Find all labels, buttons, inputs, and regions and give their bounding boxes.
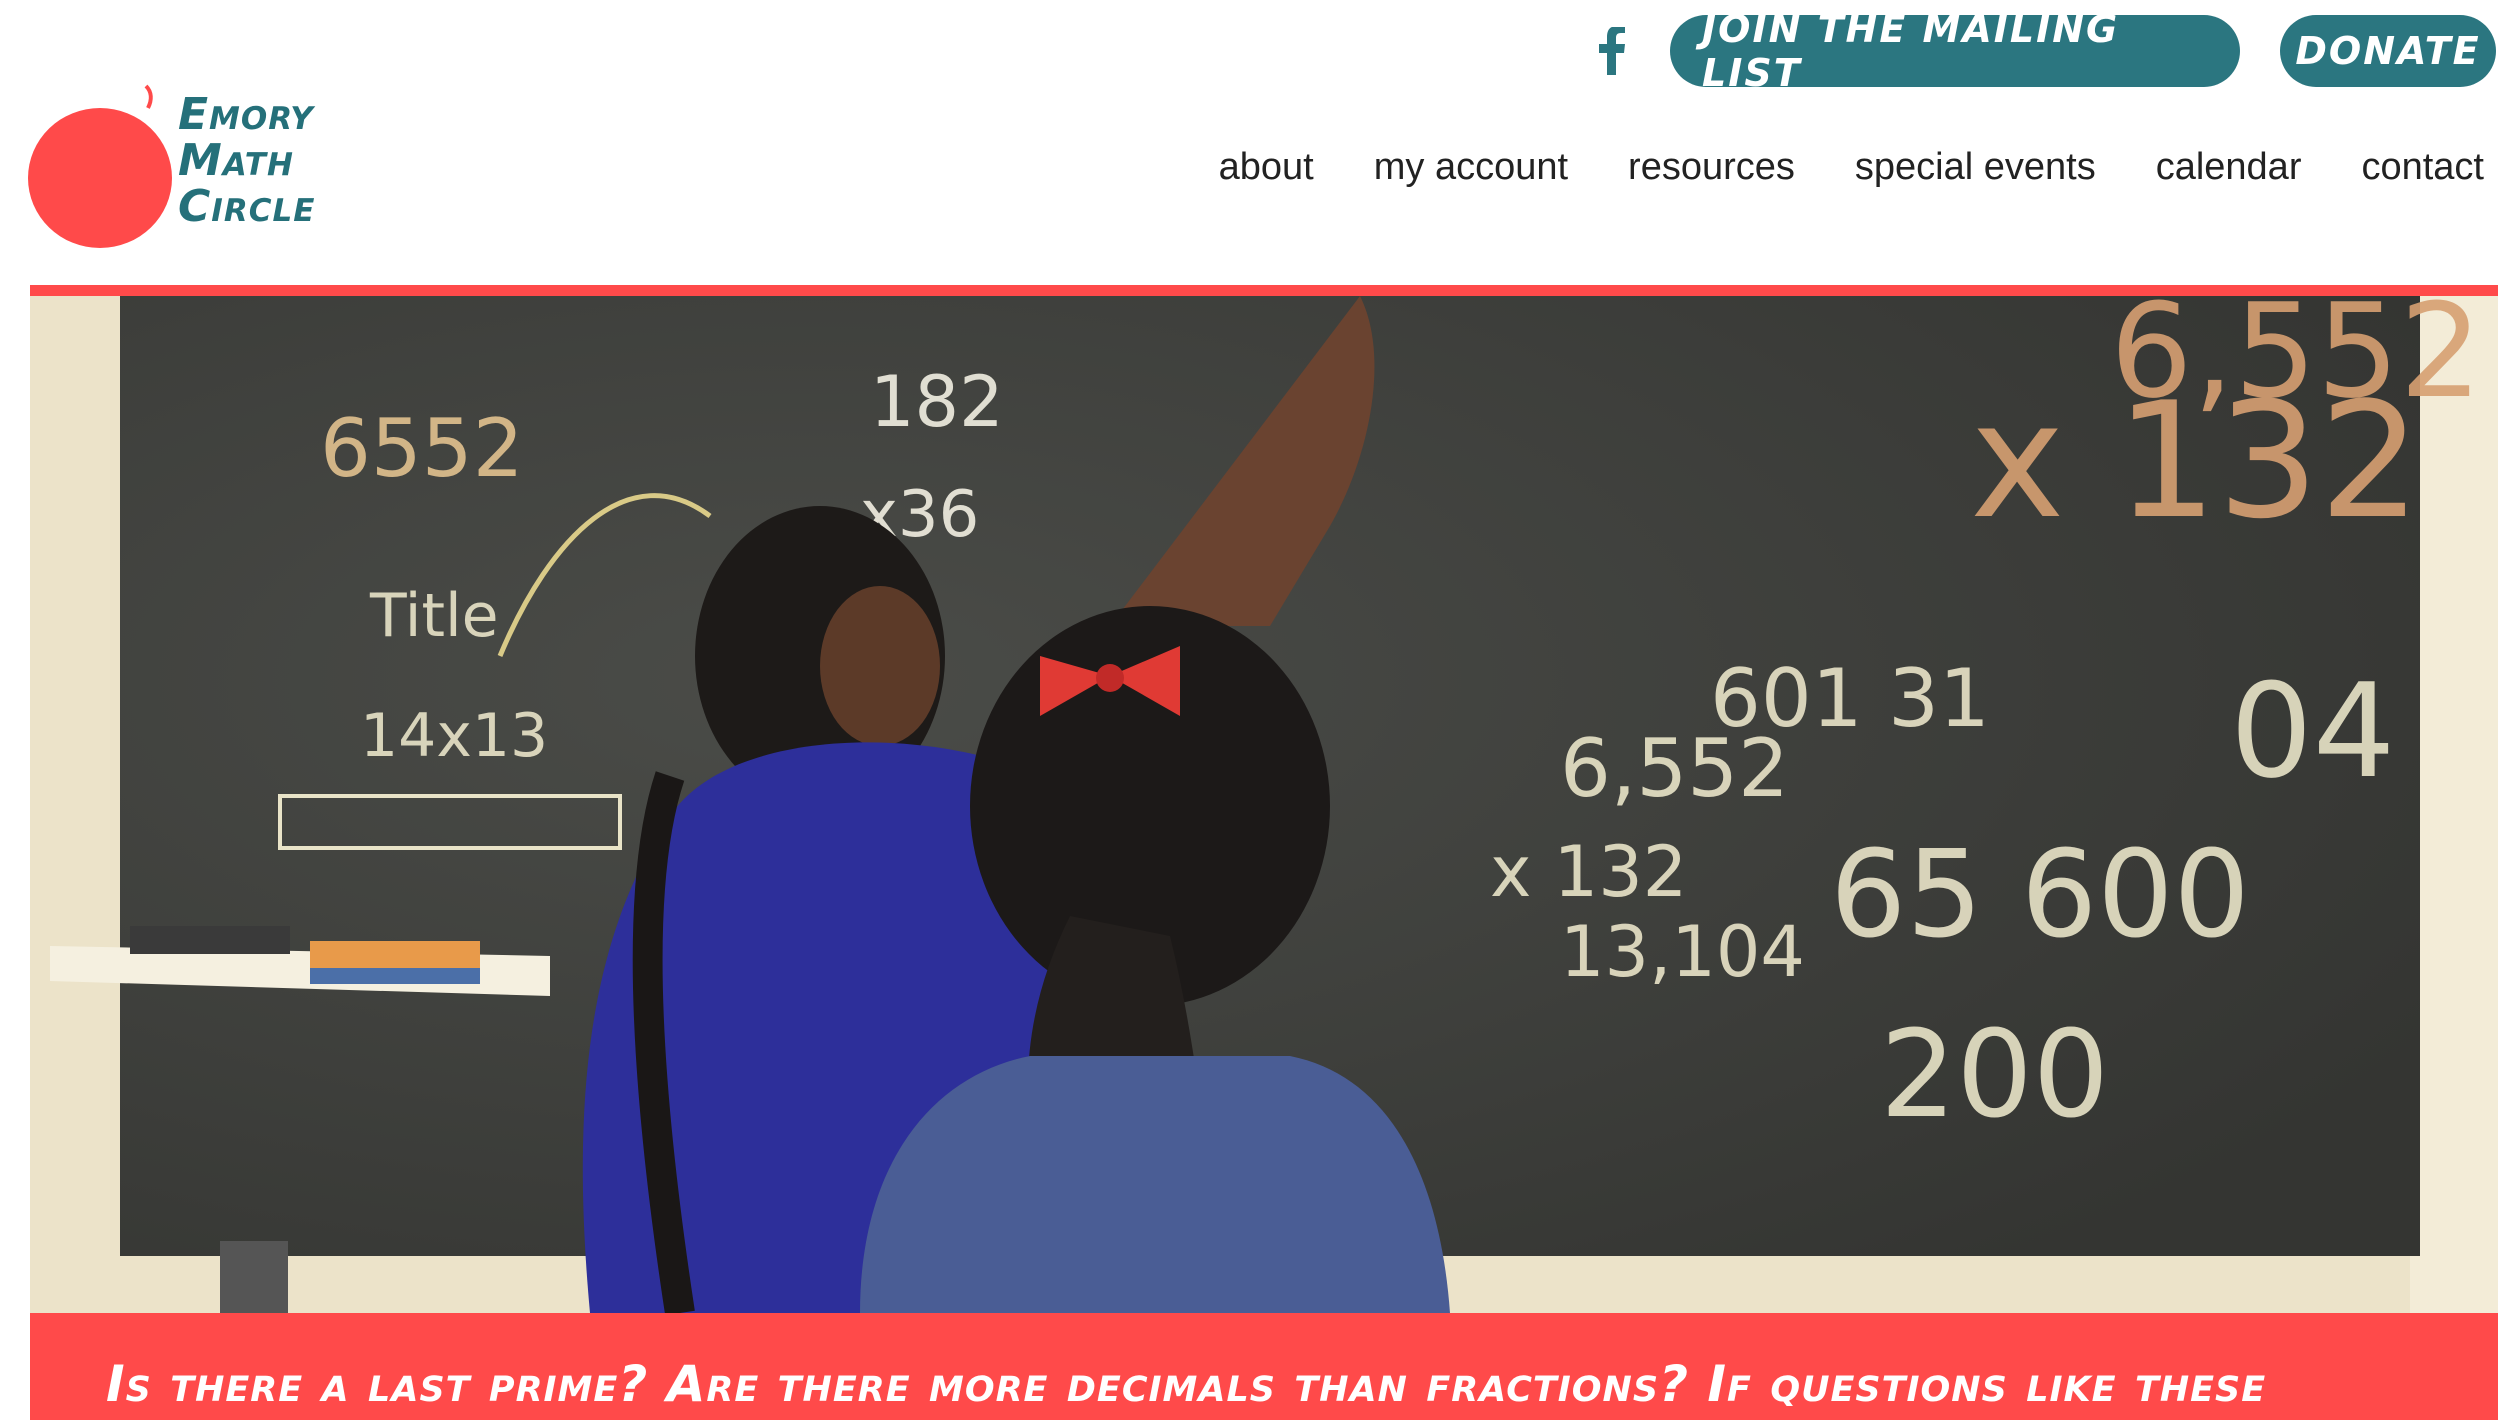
site-logo[interactable]: Emory Math Circle (28, 82, 368, 252)
nav-item-calendar[interactable]: calendar (2156, 146, 2302, 189)
svg-text:Title: Title (369, 581, 499, 651)
hero-photo: 6552 182 x36 6,552 x 132 6,552 601 31 04… (30, 296, 2498, 1313)
svg-text:182: 182 (870, 361, 1004, 443)
logo-line-2: Math (178, 135, 294, 186)
intro-banner-text: Is there a last prime? Are there more de… (106, 1355, 2267, 1413)
svg-text:x 132: x 132 (1970, 367, 2421, 554)
svg-text:13,104: 13,104 (1560, 911, 1805, 993)
svg-text:200: 200 (1880, 1006, 2109, 1145)
svg-text:04: 04 (2230, 655, 2395, 807)
intro-banner: Is there a last prime? Are there more de… (30, 1313, 2498, 1420)
svg-text:x 132: x 132 (1490, 831, 1687, 913)
top-actions: Join the Mailing List Donate (1592, 7, 2496, 95)
svg-text:65 600: 65 600 (1830, 826, 2250, 965)
donate-button[interactable]: Donate (2280, 15, 2496, 87)
nav-item-resources[interactable]: resources (1628, 146, 1795, 189)
nav-item-about[interactable]: about (1219, 146, 1314, 189)
main-nav: about my account resources special event… (1219, 146, 2484, 189)
svg-text:601 31: 601 31 (1710, 652, 1990, 745)
nav-item-contact[interactable]: contact (2361, 146, 2484, 189)
nav-item-special-events[interactable]: special events (1855, 146, 2096, 189)
svg-text:14x13: 14x13 (360, 701, 548, 771)
apple-logo-icon (28, 84, 172, 248)
svg-text:6552: 6552 (320, 402, 524, 495)
logo-wordmark: Emory Math Circle (178, 92, 315, 230)
facebook-icon[interactable] (1592, 21, 1632, 81)
logo-line-3: Circle (178, 181, 316, 232)
logo-line-1: Emory (178, 89, 314, 140)
join-mailing-list-button[interactable]: Join the Mailing List (1670, 7, 2240, 95)
header-divider (30, 285, 2498, 296)
nav-item-my-account[interactable]: my account (1374, 146, 1568, 189)
